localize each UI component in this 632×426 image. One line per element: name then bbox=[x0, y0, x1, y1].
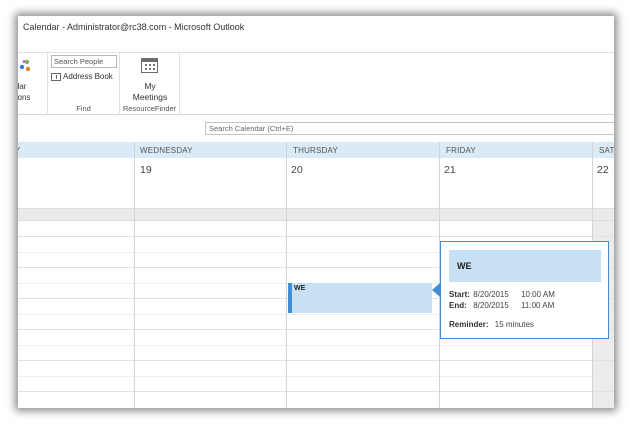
calendar-permissions-button[interactable]: endar issions bbox=[18, 81, 30, 103]
calendar-permissions-label-line2: issions bbox=[18, 93, 31, 102]
address-book-icon bbox=[51, 72, 61, 81]
column-divider bbox=[286, 142, 287, 408]
outlook-window: Calendar - Administrator@rc38.com - Micr… bbox=[18, 16, 614, 408]
time-slot-line bbox=[18, 376, 614, 377]
my-meetings-label-line1: My bbox=[144, 81, 156, 91]
appointment-peek-card[interactable]: WE Start: 8/20/2015 10:00 AM End: 8/20/2… bbox=[440, 241, 609, 339]
day-header-row: Y WEDNESDAY THURSDAY FRIDAY SAT bbox=[18, 142, 614, 158]
calendar-permissions-label-line1: endar bbox=[18, 82, 27, 91]
appointment-we[interactable]: WE bbox=[288, 283, 432, 313]
day-header-wednesday[interactable]: WEDNESDAY bbox=[140, 146, 193, 155]
time-slot-line bbox=[18, 391, 614, 392]
peek-pointer bbox=[432, 283, 440, 297]
date-19[interactable]: 19 bbox=[140, 164, 152, 176]
address-book-button[interactable]: Address Book bbox=[51, 72, 113, 81]
date-22[interactable]: 22 bbox=[597, 164, 609, 176]
peek-reminder-value: 15 minutes bbox=[494, 320, 534, 329]
search-calendar-input[interactable]: Search Calendar (Ctrl+E) bbox=[205, 122, 614, 135]
search-people-input[interactable]: Search People bbox=[51, 55, 117, 68]
time-slot-line bbox=[18, 360, 614, 361]
day-header-friday[interactable]: FRIDAY bbox=[446, 146, 476, 155]
resourcefinder-group-label: ResourceFinder bbox=[122, 104, 177, 113]
peek-end-row: End: 8/20/2015 11:00 AM bbox=[449, 301, 554, 310]
all-day-row[interactable] bbox=[18, 208, 614, 221]
time-slot-line bbox=[18, 236, 614, 237]
calendar-permissions-group: endar issions bbox=[18, 53, 48, 115]
ribbon: endar issions Search People Address Book… bbox=[18, 52, 614, 115]
date-21[interactable]: 21 bbox=[444, 164, 456, 176]
day-header-thursday[interactable]: THURSDAY bbox=[293, 146, 338, 155]
peek-reminder-label: Reminder: bbox=[449, 320, 489, 329]
peek-start-date: 8/20/2015 bbox=[473, 290, 509, 299]
resourcefinder-group: My Meetings ResourceFinder bbox=[120, 53, 180, 115]
my-meetings-button[interactable]: My Meetings bbox=[120, 81, 180, 103]
column-divider bbox=[134, 142, 135, 408]
peek-reminder-row: Reminder: 15 minutes bbox=[449, 320, 534, 329]
day-header-tuesday[interactable]: Y bbox=[18, 146, 21, 155]
address-book-label: Address Book bbox=[63, 72, 113, 81]
date-20[interactable]: 20 bbox=[291, 164, 303, 176]
window-title: Calendar - Administrator@rc38.com - Micr… bbox=[23, 22, 245, 32]
peek-end-label: End: bbox=[449, 301, 467, 310]
date-row: 19 20 21 22 bbox=[18, 158, 614, 208]
peek-end-time: 11:00 AM bbox=[521, 301, 555, 310]
find-group: Search People Address Book Find bbox=[48, 53, 120, 115]
time-slot-line bbox=[18, 345, 614, 346]
peek-title: WE bbox=[449, 250, 601, 282]
my-meetings-label-line2: Meetings bbox=[132, 92, 168, 102]
calendar-icon[interactable] bbox=[141, 58, 158, 73]
peek-start-row: Start: 8/20/2015 10:00 AM bbox=[449, 290, 555, 299]
peek-start-time: 10:00 AM bbox=[521, 290, 555, 299]
calendar-permissions-icon[interactable] bbox=[18, 59, 32, 73]
day-header-saturday[interactable]: SAT bbox=[599, 146, 614, 155]
peek-start-label: Start: bbox=[449, 290, 470, 299]
peek-end-date: 8/20/2015 bbox=[473, 301, 509, 310]
find-group-label: Find bbox=[76, 104, 91, 113]
